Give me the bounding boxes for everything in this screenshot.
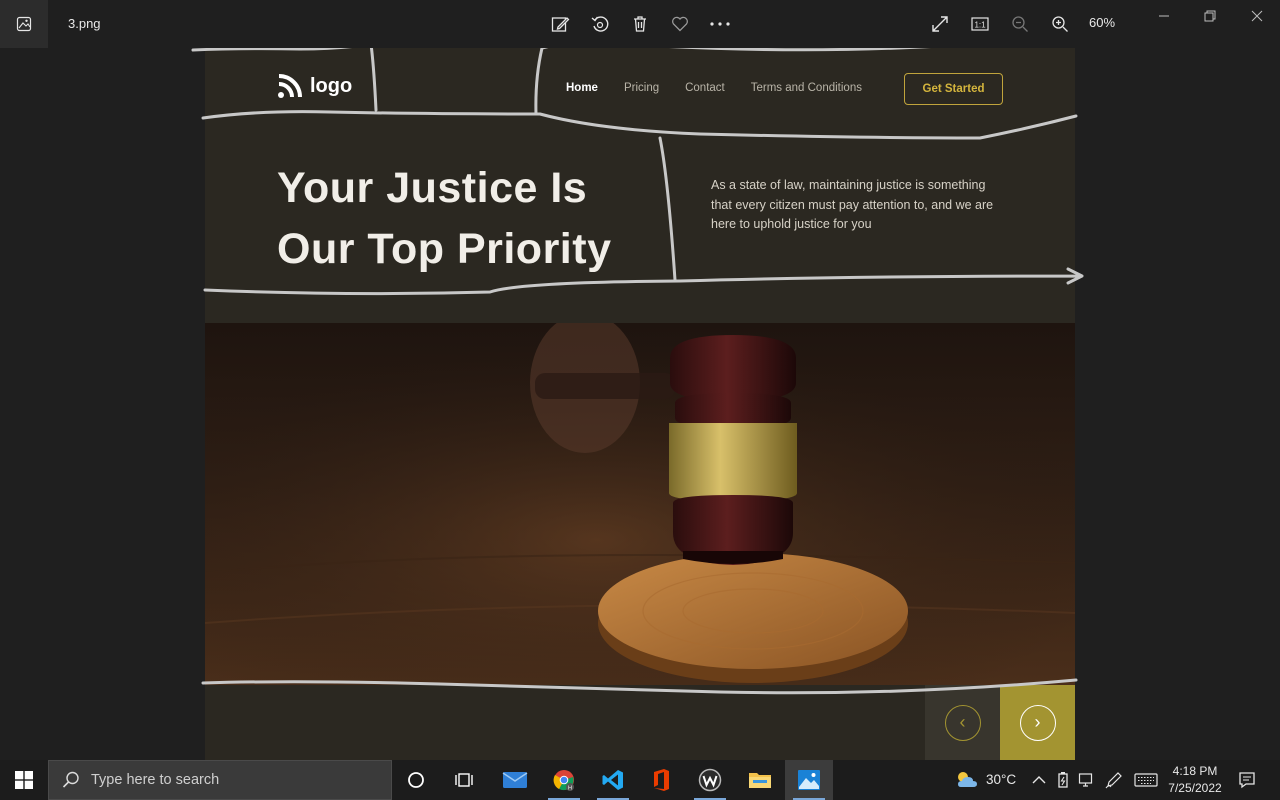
chrome-icon[interactable]: H <box>540 760 588 800</box>
cortana-icon[interactable] <box>392 760 440 800</box>
search-placeholder: Type here to search <box>91 772 220 788</box>
landing-page-design: logo Home Pricing Contact Terms and Cond… <box>205 48 1075 760</box>
next-slide-button[interactable]: › <box>1000 685 1075 760</box>
main-nav: Home Pricing Contact Terms and Condition… <box>566 82 862 94</box>
hero-headline-line2: Our Top Priority <box>277 225 612 273</box>
restore-icon[interactable] <box>1198 6 1222 26</box>
delete-icon[interactable] <box>628 12 652 36</box>
system-clock[interactable]: 4:18 PM 7/25/2022 <box>1166 763 1224 797</box>
windows-logo-icon <box>15 771 33 789</box>
chevron-right-icon: › <box>1019 704 1056 741</box>
actual-size-icon[interactable]: 1:1 <box>968 12 992 36</box>
rotate-icon[interactable] <box>588 12 612 36</box>
edit-icon[interactable] <box>548 12 572 36</box>
show-hidden-icons-icon[interactable] <box>1029 770 1049 790</box>
hero-headline-line1: Your Justice Is <box>277 164 588 212</box>
w-app-icon[interactable] <box>686 760 734 800</box>
clock-date: 7/25/2022 <box>1168 781 1222 795</box>
search-icon <box>62 771 79 788</box>
minimize-icon[interactable] <box>1152 6 1176 26</box>
task-view-icon[interactable] <box>440 760 488 800</box>
file-explorer-icon[interactable] <box>736 760 784 800</box>
pen-icon[interactable] <box>1104 770 1124 790</box>
zoom-level[interactable]: 60% <box>1089 15 1115 30</box>
chevron-left-icon: ‹ <box>944 704 981 741</box>
mail-icon[interactable] <box>491 760 539 800</box>
more-icon[interactable] <box>708 12 732 36</box>
logo-icon <box>278 74 302 98</box>
weather-temperature[interactable]: 30°C <box>986 772 1016 787</box>
svg-text:H: H <box>568 786 572 792</box>
nav-contact[interactable]: Contact <box>685 82 725 94</box>
notifications-icon[interactable] <box>1237 770 1257 790</box>
logo: logo <box>277 73 352 99</box>
file-name: 3.png <box>68 16 101 31</box>
start-button[interactable] <box>0 760 48 800</box>
hero-description: As a state of law, maintaining justice i… <box>711 178 994 231</box>
fullscreen-icon[interactable] <box>928 12 952 36</box>
windows-taskbar: Type here to search H 30°C 4:18 PM 7/25/… <box>0 760 1280 800</box>
favorite-icon[interactable] <box>668 12 692 36</box>
photos-title-bar: 3.png 1:1 60% <box>0 0 1280 48</box>
keyboard-icon[interactable] <box>1133 770 1159 790</box>
logo-text: logo <box>310 74 353 97</box>
nav-pricing[interactable]: Pricing <box>624 82 659 94</box>
prev-slide-button[interactable]: ‹ <box>925 685 1000 760</box>
weather-icon[interactable] <box>955 770 979 790</box>
actual-size-label: 1:1 <box>974 21 986 30</box>
taskbar-search-box[interactable]: Type here to search <box>48 760 392 800</box>
get-started-button[interactable]: Get Started <box>904 73 1003 105</box>
image-canvas: logo Home Pricing Contact Terms and Cond… <box>0 48 1280 760</box>
battery-icon[interactable] <box>1053 770 1073 790</box>
zoom-out-icon[interactable] <box>1008 12 1032 36</box>
clock-time: 4:18 PM <box>1172 764 1218 778</box>
photos-icon[interactable] <box>785 760 833 800</box>
nav-terms[interactable]: Terms and Conditions <box>751 82 862 94</box>
office-icon[interactable] <box>637 760 685 800</box>
gavel-photo <box>205 323 1075 685</box>
network-icon[interactable] <box>1077 770 1097 790</box>
nav-home[interactable]: Home <box>566 82 598 94</box>
zoom-in-icon[interactable] <box>1048 12 1072 36</box>
vscode-icon[interactable] <box>589 760 637 800</box>
close-icon[interactable] <box>1245 6 1269 26</box>
photos-app-icon[interactable] <box>0 0 48 48</box>
hero-headline: Your Justice Is Our Top Priority <box>277 158 612 280</box>
